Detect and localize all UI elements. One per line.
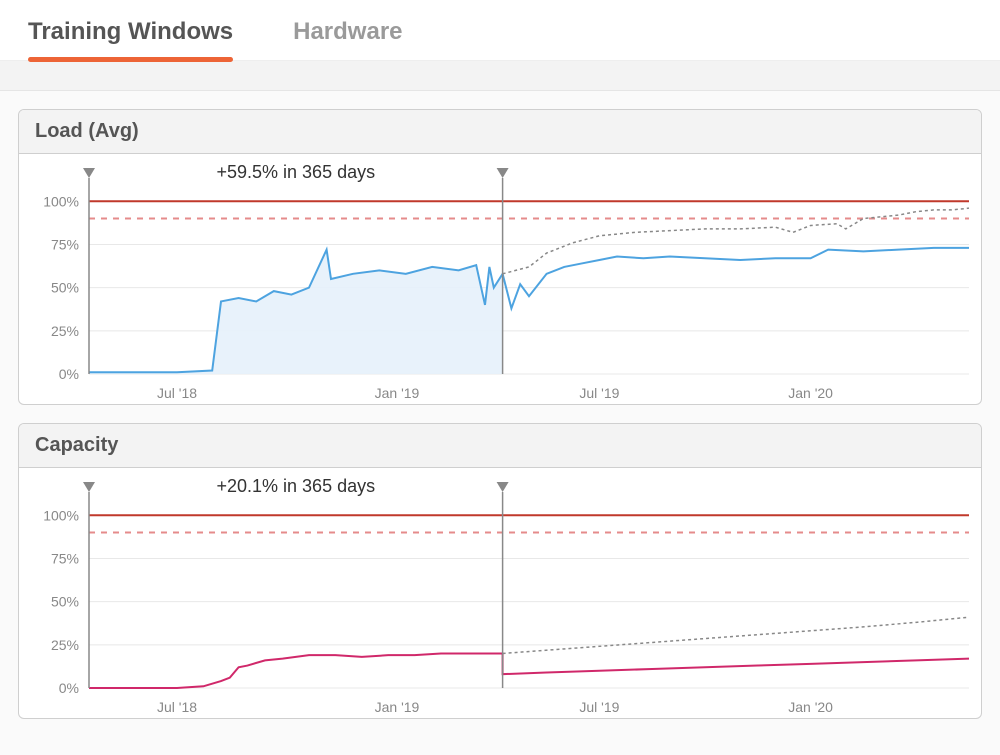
svg-text:Jan '20: Jan '20 — [788, 385, 833, 401]
svg-text:75%: 75% — [51, 550, 79, 566]
svg-text:Jan '20: Jan '20 — [788, 699, 833, 715]
svg-text:Jul '18: Jul '18 — [157, 385, 197, 401]
svg-text:0%: 0% — [59, 366, 79, 382]
panel-load: Load (Avg) 0% 25% 50% 75% 100% Jul '18 Jan '19… — [18, 109, 982, 405]
svg-text:Jul '19: Jul '19 — [579, 385, 619, 401]
svg-text:Jul '18: Jul '18 — [157, 699, 197, 715]
svg-text:25%: 25% — [51, 323, 79, 339]
spacer — [0, 61, 1000, 91]
tabs: Training Windows Hardware — [0, 0, 1000, 61]
svg-text:+20.1% in 365 days: +20.1% in 365 days — [216, 476, 375, 496]
chart-capacity[interactable]: 0% 25% 50% 75% 100% Jul '18 Jan '19 Jul '19 Jan … — [19, 468, 981, 718]
tab-hardware[interactable]: Hardware — [293, 18, 402, 60]
svg-text:75%: 75% — [51, 236, 79, 252]
chart-load-svg: 0% 25% 50% 75% 100% Jul '18 Jan '19 Jul '19 Jan … — [19, 154, 979, 404]
svg-text:50%: 50% — [51, 594, 79, 610]
panel-load-title: Load (Avg) — [19, 110, 981, 154]
svg-text:25%: 25% — [51, 637, 79, 653]
chart-load[interactable]: 0% 25% 50% 75% 100% Jul '18 Jan '19 Jul '19 Jan … — [19, 154, 981, 404]
svg-text:Jan '19: Jan '19 — [375, 699, 420, 715]
svg-text:100%: 100% — [43, 507, 79, 523]
svg-text:0%: 0% — [59, 680, 79, 696]
panel-capacity-title: Capacity — [19, 424, 981, 468]
svg-text:Jan '19: Jan '19 — [375, 385, 420, 401]
chart-capacity-svg: 0% 25% 50% 75% 100% Jul '18 Jan '19 Jul '19 Jan … — [19, 468, 979, 718]
svg-text:100%: 100% — [43, 193, 79, 209]
tab-training-windows[interactable]: Training Windows — [28, 18, 233, 60]
svg-text:50%: 50% — [51, 280, 79, 296]
svg-text:Jul '19: Jul '19 — [579, 699, 619, 715]
panel-capacity: Capacity 0% 25% 50% 75% 100% Jul '18 Jan '19 Ju… — [18, 423, 982, 719]
svg-text:+59.5% in 365 days: +59.5% in 365 days — [216, 162, 375, 182]
